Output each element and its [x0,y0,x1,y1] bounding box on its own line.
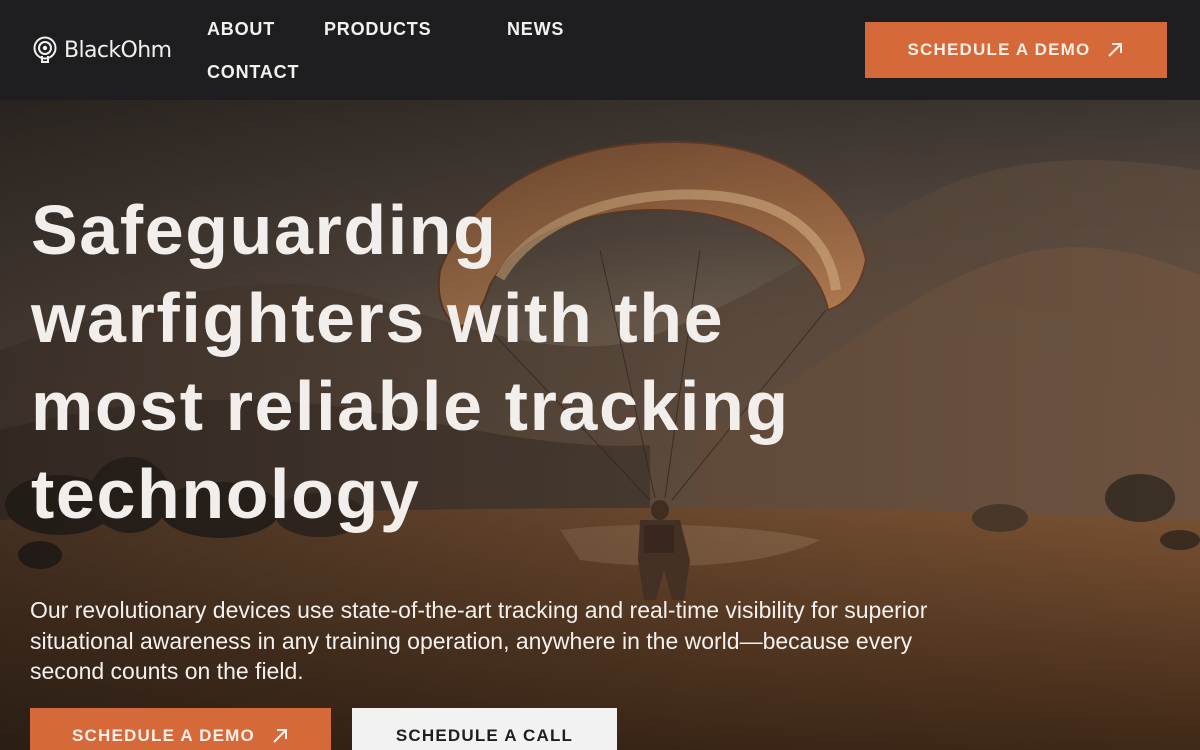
brand-name: BlackOhm [64,37,172,63]
header-schedule-demo-button[interactable]: SCHEDULE A DEMO [865,22,1167,78]
nav-about[interactable]: ABOUT [207,19,275,40]
hero-section: Safeguarding warfighters with the most r… [0,100,1200,750]
nav-contact[interactable]: CONTACT [207,62,299,83]
hero-schedule-call-label: SCHEDULE A CALL [395,726,574,745]
hero-schedule-demo-button[interactable]: SCHEDULE A DEMO [30,708,331,750]
hero-title: Safeguarding warfighters with the most r… [31,191,790,533]
hero-schedule-call-button[interactable]: SCHEDULE A CALL [352,708,617,750]
hero-schedule-demo-label: SCHEDULE A DEMO [72,726,255,745]
hero-subtitle: Our revolutionary devices use state-of-t… [30,597,928,684]
brand-logo[interactable]: BlackOhm [32,36,172,64]
signal-pin-icon [33,36,57,63]
arrow-up-right-icon [1108,43,1123,57]
header-schedule-demo-label: SCHEDULE A DEMO [907,40,1091,59]
site-header: BlackOhm ABOUT PRODUCTS NEWS CONTACT SCH… [0,0,1200,100]
arrow-up-right-icon [273,729,287,743]
nav-products[interactable]: PRODUCTS [324,19,431,40]
nav-news[interactable]: NEWS [507,19,564,40]
